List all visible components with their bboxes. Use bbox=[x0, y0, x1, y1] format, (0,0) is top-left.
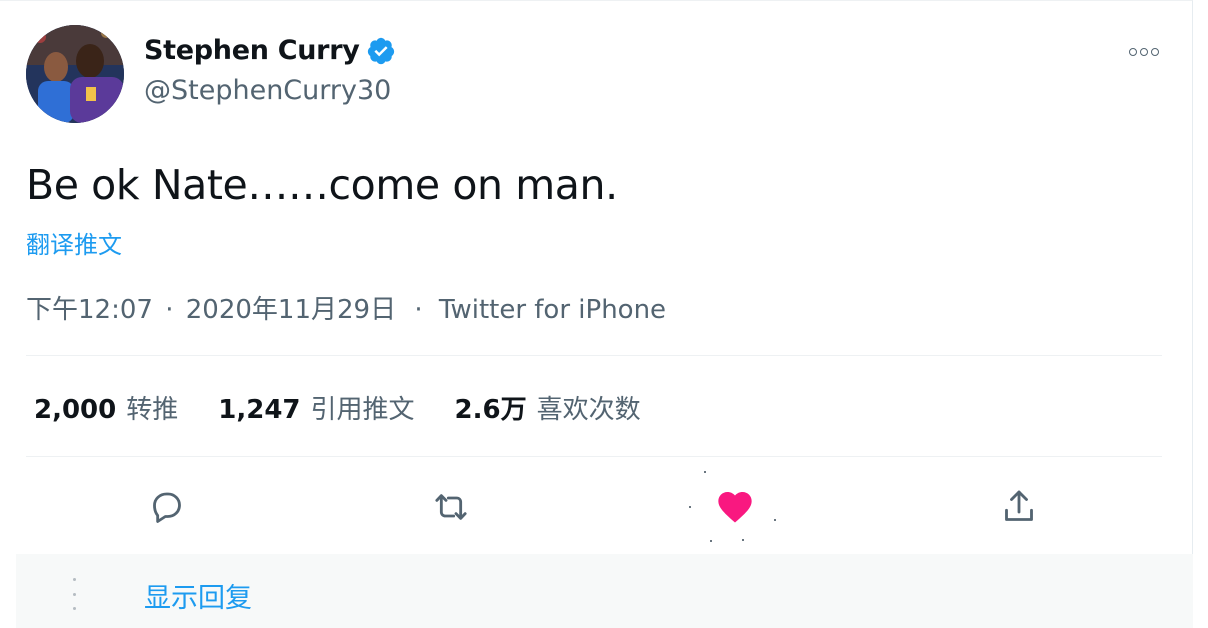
divider bbox=[26, 355, 1162, 356]
tweet-source[interactable]: Twitter for iPhone bbox=[439, 295, 666, 325]
likes-label: 喜欢次数 bbox=[536, 395, 641, 425]
quote-tweets-count: 1,247 bbox=[218, 395, 301, 425]
more-dot-icon bbox=[1140, 48, 1148, 56]
reply-button[interactable] bbox=[145, 485, 189, 529]
retweets-stat[interactable]: 2,000 转推 bbox=[34, 389, 178, 426]
share-icon bbox=[1005, 490, 1033, 521]
retweets-count: 2,000 bbox=[34, 395, 117, 425]
likes-count: 2.6万 bbox=[454, 395, 527, 425]
retweet-button[interactable] bbox=[429, 485, 473, 529]
divider bbox=[26, 456, 1162, 457]
avatar[interactable] bbox=[26, 25, 124, 123]
retweet-icon bbox=[435, 494, 467, 520]
more-dot-icon bbox=[1151, 48, 1159, 56]
more-options-button[interactable] bbox=[1124, 39, 1164, 65]
reply-icon bbox=[153, 492, 181, 523]
author-handle[interactable]: @StephenCurry30 bbox=[144, 75, 391, 106]
likes-stat[interactable]: 2.6万 喜欢次数 bbox=[455, 389, 641, 426]
meta-separator: · bbox=[414, 295, 423, 325]
like-sparkle-icon bbox=[710, 540, 712, 542]
meta-separator: · bbox=[165, 295, 174, 325]
like-button[interactable] bbox=[713, 485, 757, 529]
like-sparkle-icon bbox=[774, 519, 776, 521]
author-display-name[interactable]: Stephen Curry bbox=[144, 35, 360, 66]
tweet-time[interactable]: 下午12:07 bbox=[26, 295, 153, 325]
quote-tweets-stat[interactable]: 1,247 引用推文 bbox=[218, 389, 414, 426]
tweet-date[interactable]: 2020年11月29日 bbox=[186, 295, 396, 325]
tweet-actions bbox=[0, 485, 1193, 529]
share-button[interactable] bbox=[997, 485, 1041, 529]
like-sparkle-icon bbox=[704, 471, 706, 473]
translate-tweet-link[interactable]: 翻译推文 bbox=[26, 225, 122, 260]
tweet-meta: 下午12:07 · 2020年11月29日 · Twitter for iPho… bbox=[26, 289, 666, 326]
like-sparkle-icon bbox=[689, 506, 691, 508]
quote-tweets-label: 引用推文 bbox=[310, 395, 415, 425]
thread-dots-icon bbox=[70, 578, 78, 610]
tweet-card: Stephen Curry @StephenCurry30 Be ok Nate… bbox=[0, 0, 1193, 628]
like-sparkle-icon bbox=[742, 539, 744, 541]
show-replies-link[interactable]: 显示回复 bbox=[144, 576, 252, 615]
more-dot-icon bbox=[1129, 48, 1137, 56]
verified-badge-icon bbox=[366, 36, 396, 66]
tweet-stats: 2,000 转推 1,247 引用推文 2.6万 喜欢次数 bbox=[34, 389, 681, 426]
tweet-text: Be ok Nate……come on man. bbox=[26, 161, 618, 209]
retweets-label: 转推 bbox=[126, 395, 179, 425]
heart-icon bbox=[718, 492, 752, 523]
author-name-row: Stephen Curry bbox=[144, 35, 396, 66]
